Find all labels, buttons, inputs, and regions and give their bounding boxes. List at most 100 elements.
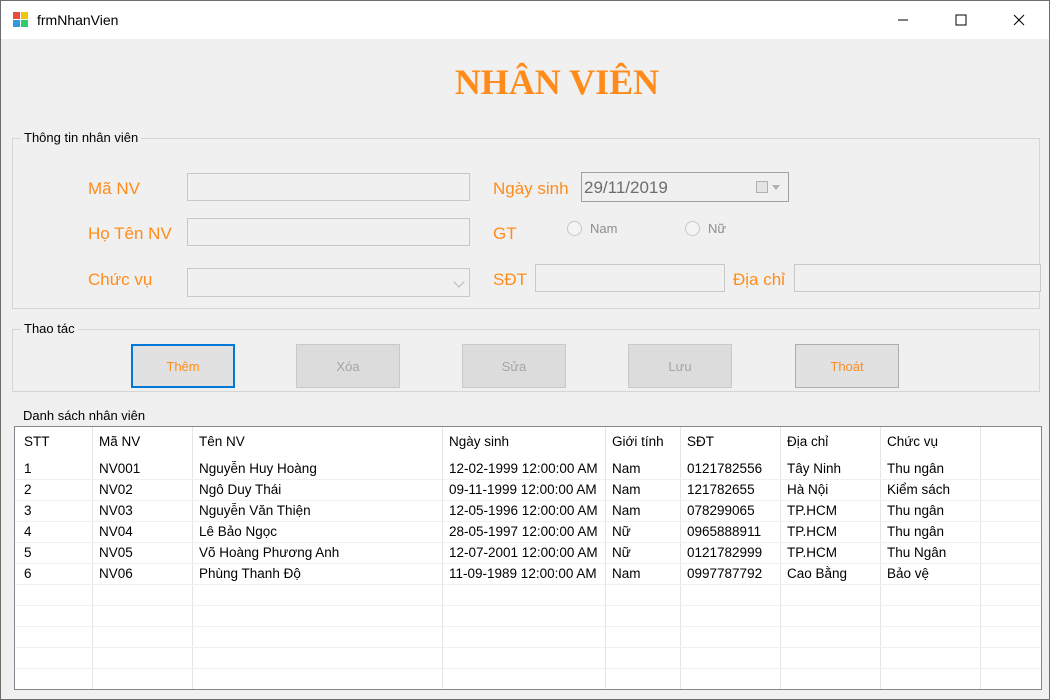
table-cell: 0121782556	[687, 461, 763, 476]
table-cell: Thu ngân	[887, 524, 945, 539]
table-row	[15, 648, 1041, 669]
table-row[interactable]: 1 NV001 Nguyễn Huy Hoàng 12-02-1999 12:00:0…	[15, 459, 1041, 480]
table-row	[15, 627, 1041, 648]
table-cell: 12-05-1996 12:00:00 AM	[449, 503, 598, 518]
thoat-button[interactable]: Thoát	[795, 344, 899, 388]
table-cell: Bảo vệ	[887, 566, 930, 581]
dia-chi-field[interactable]	[794, 264, 1041, 292]
table-row[interactable]: 6 NV06 Phùng Thanh Độ 11-09-1989 12:00:00 A…	[15, 564, 1041, 585]
radio-circle-icon	[685, 221, 700, 236]
sua-button[interactable]: Sửa	[462, 344, 566, 388]
ngay-sinh-label: Ngày sinh	[493, 179, 569, 198]
table-cell: Nguyễn Văn Thiện	[199, 503, 311, 518]
table-cell: Cao Bằng	[787, 566, 848, 581]
table-cell: Nữ	[612, 545, 631, 560]
table-cell: Võ Hoàng Phương Anh	[199, 545, 340, 560]
table-cell: TP.HCM	[787, 503, 838, 518]
dia-chi-label: Địa chỉ	[733, 270, 785, 289]
table-cell: Lê Bảo Ngọc	[199, 524, 278, 539]
table-row[interactable]: 2 NV02 Ngô Duy Thái 09-11-1999 12:00:00 AM N…	[15, 480, 1041, 501]
table-cell: Tây Ninh	[787, 461, 842, 476]
table-cell: 4	[24, 524, 32, 539]
table-cell: NV04	[99, 524, 133, 539]
table-cell: Nguyễn Huy Hoàng	[199, 461, 317, 476]
table-row	[15, 585, 1041, 606]
title-bar[interactable]: frmNhanVien	[1, 1, 1049, 39]
table-row[interactable]: 4 NV04 Lê Bảo Ngọc 28-05-1997 12:00:00 AM Nữ…	[15, 522, 1041, 543]
ho-ten-field[interactable]	[187, 218, 470, 246]
them-button[interactable]: Thêm	[131, 344, 235, 388]
table-row	[15, 669, 1041, 689]
table-row[interactable]: 3 NV03 Nguyễn Văn Thiện 12-05-1996 12:00:00…	[15, 501, 1041, 522]
table-cell: 09-11-1999 12:00:00 AM	[449, 482, 597, 497]
column-header[interactable]: Mã NV	[99, 434, 140, 449]
table-row[interactable]: 5 NV05 Võ Hoàng Phương Anh 12-07-2001 12:00…	[15, 543, 1041, 564]
table-cell: NV001	[99, 461, 141, 476]
table-cell: Nam	[612, 461, 641, 476]
maximize-button[interactable]	[932, 1, 990, 39]
gt-label: GT	[493, 224, 517, 243]
close-button[interactable]	[990, 1, 1048, 39]
table-cell: NV02	[99, 482, 133, 497]
luu-button[interactable]: Lưu	[628, 344, 732, 388]
calendar-icon	[756, 181, 768, 193]
ma-nv-field[interactable]	[187, 173, 470, 201]
column-header[interactable]: Giới tính	[612, 434, 664, 449]
column-header[interactable]: Tên NV	[199, 434, 245, 449]
column-header[interactable]: SĐT	[687, 434, 714, 449]
table-cell: 0997787792	[687, 566, 763, 581]
column-header[interactable]: Chức vụ	[887, 434, 938, 449]
table-cell: Thu Ngân	[887, 545, 947, 560]
dropdown-arrow-icon	[772, 185, 780, 190]
chuc-vu-select[interactable]	[187, 268, 470, 297]
table-row	[15, 606, 1041, 627]
table-cell: TP.HCM	[787, 545, 838, 560]
table-cell: 12-02-1999 12:00:00 AM	[449, 461, 598, 476]
table-cell: TP.HCM	[787, 524, 838, 539]
ngay-sinh-datepicker[interactable]: 29/11/2019	[581, 172, 789, 202]
listview-header: STT Mã NV Tên NV Ngày sinh Giới tính SĐT…	[15, 427, 1041, 457]
table-cell: 11-09-1989 12:00:00 AM	[449, 566, 597, 581]
column-header[interactable]: Ngày sinh	[449, 434, 509, 449]
xoa-button[interactable]: Xóa	[296, 344, 400, 388]
table-cell: NV03	[99, 503, 133, 518]
app-icon	[13, 12, 29, 28]
table-cell: Kiểm sách	[887, 482, 951, 497]
gender-radio-nam[interactable]: Nam	[567, 221, 617, 236]
main-window: frmNhanVien NHÂN VIÊN Thông tin nhân viê…	[0, 0, 1050, 700]
table-cell: Nam	[612, 482, 641, 497]
table-cell: Ngô Duy Thái	[199, 482, 282, 497]
table-cell: Nữ	[612, 524, 631, 539]
gender-radio-nam-label: Nam	[590, 221, 618, 236]
table-cell: Thu ngân	[887, 503, 945, 518]
chevron-down-icon	[453, 276, 465, 288]
column-header[interactable]: Địa chỉ	[787, 434, 828, 449]
table-cell: Nam	[612, 503, 641, 518]
close-icon	[1013, 14, 1025, 26]
table-cell: Phùng Thanh Độ	[199, 566, 301, 581]
actions-group-caption: Thao tác	[21, 321, 78, 337]
window-title: frmNhanVien	[37, 12, 119, 28]
table-cell: Nam	[612, 566, 641, 581]
table-cell: 6	[24, 566, 32, 581]
table-cell: 0965888911	[687, 524, 762, 539]
table-cell: Hà Nội	[787, 482, 829, 497]
table-cell: 1	[24, 461, 32, 476]
employee-listview[interactable]: STT Mã NV Tên NV Ngày sinh Giới tính SĐT…	[14, 426, 1042, 690]
table-cell: 078299065	[687, 503, 755, 518]
gender-radio-nu[interactable]: Nữ	[685, 221, 726, 236]
table-cell: NV05	[99, 545, 133, 560]
minimize-icon	[898, 19, 908, 21]
table-cell: 0121782999	[687, 545, 763, 560]
table-cell: 28-05-1997 12:00:00 AM	[449, 524, 598, 539]
ho-ten-label: Họ Tên NV	[88, 224, 172, 243]
table-cell: 5	[24, 545, 32, 560]
table-cell: 3	[24, 503, 32, 518]
table-cell: 121782655	[687, 482, 755, 497]
sdt-field[interactable]	[535, 264, 725, 292]
list-group-caption: Danh sách nhân viên	[20, 408, 149, 424]
form-title: NHÂN VIÊN	[454, 62, 660, 102]
info-group-caption: Thông tin nhân viên	[21, 130, 142, 146]
minimize-button[interactable]	[874, 1, 932, 39]
column-header[interactable]: STT	[24, 434, 50, 449]
